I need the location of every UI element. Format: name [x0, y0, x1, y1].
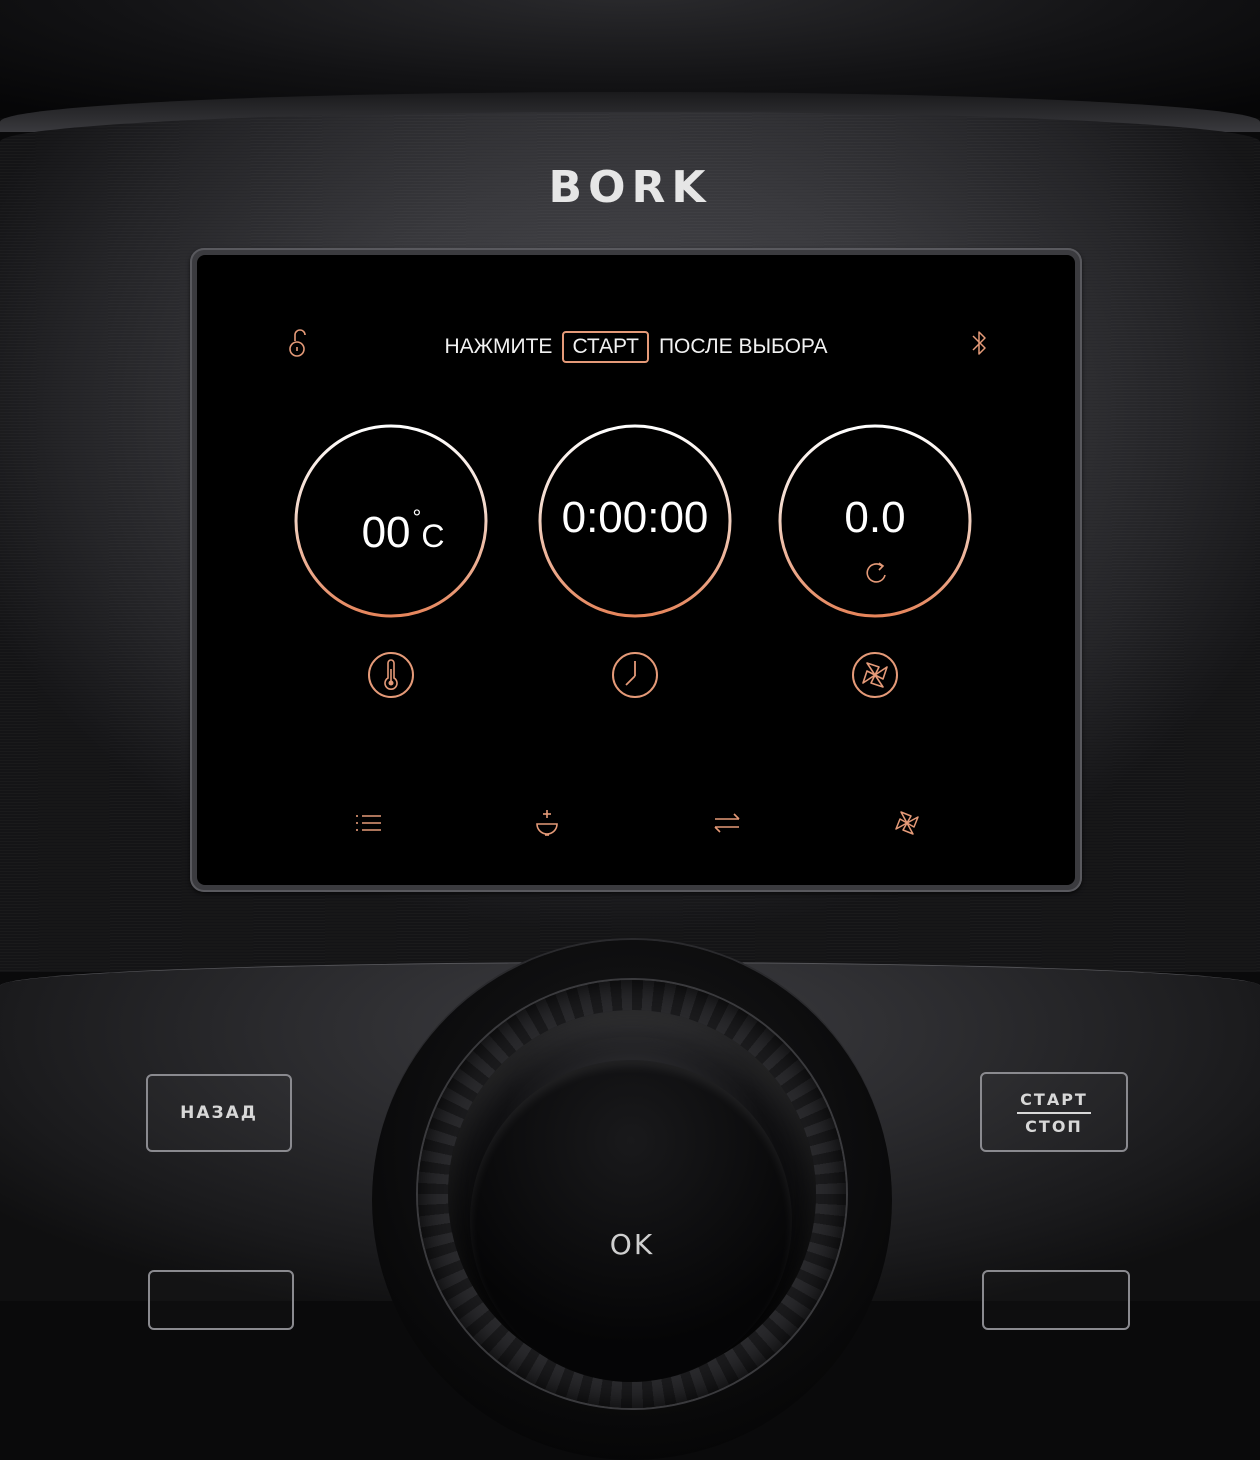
degree-sign: ° [412, 505, 422, 530]
fan-icon[interactable] [891, 807, 923, 839]
hint-text-after: ПОСЛЕ ВЫБОРА [658, 335, 828, 358]
fan-icon[interactable] [851, 651, 899, 699]
thermometer-icon[interactable] [367, 651, 415, 699]
start-stop-divider [1017, 1112, 1091, 1114]
lower-left-button[interactable] [148, 1270, 294, 1330]
start-label: СТАРТ [1020, 1090, 1088, 1109]
temperature-number: 00 [361, 508, 411, 557]
swap-arrows-icon[interactable] [711, 807, 743, 839]
add-ingredient-icon[interactable] [531, 807, 563, 839]
start-hint: НАЖМИТЕ СТАРТ ПОСЛЕ ВЫБОРА [197, 325, 1075, 369]
start-stop-button[interactable]: СТАРТ СТОП [980, 1072, 1128, 1152]
back-button[interactable]: НАЗАД [146, 1074, 292, 1152]
hint-text-before: НАЖМИТЕ [444, 335, 553, 358]
clock-icon[interactable] [611, 651, 659, 699]
ok-button[interactable] [470, 1060, 792, 1382]
menu-list-icon[interactable] [353, 807, 385, 839]
ok-label: OK [609, 1228, 655, 1261]
speed-gauge[interactable]: 0.0 [777, 423, 973, 619]
lower-right-button[interactable] [982, 1270, 1130, 1330]
temperature-value: 00°C [293, 493, 489, 561]
stop-label: СТОП [1025, 1117, 1083, 1136]
rotate-icon [866, 562, 886, 583]
brand-logo: BORK [548, 162, 712, 213]
bluetooth-icon[interactable] [965, 327, 993, 359]
speed-value: 0.0 [844, 493, 906, 542]
timer-gauge[interactable]: 0:00:00 [537, 423, 733, 619]
touch-screen: НАЖМИТЕ СТАРТ ПОСЛЕ ВЫБОРА 00°C 0:00:00 … [197, 255, 1075, 885]
temperature-gauge[interactable]: 00°C [293, 423, 489, 619]
timer-value: 0:00:00 [561, 493, 709, 542]
temperature-unit: C [421, 518, 445, 554]
hint-start-key: СТАРТ [562, 331, 649, 363]
